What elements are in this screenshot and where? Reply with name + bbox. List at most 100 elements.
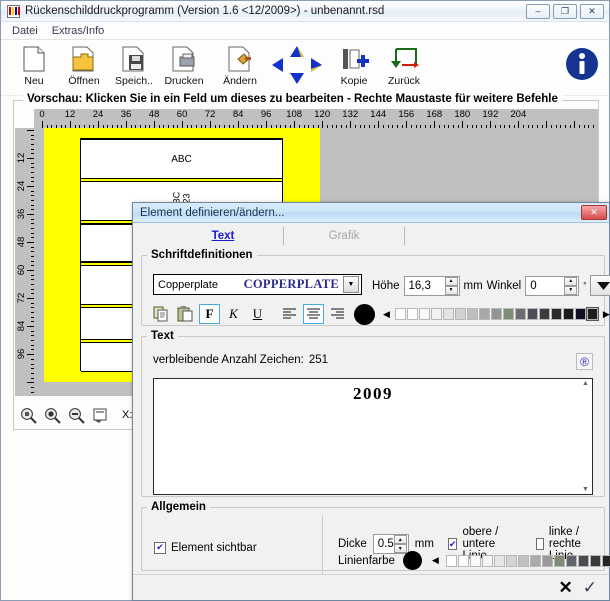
ruler-v-tick	[27, 382, 34, 384]
toolbar-button-oeffnen[interactable]: Öffnen	[59, 43, 109, 87]
toolbar-button-neu[interactable]: Neu	[9, 43, 59, 87]
toolbar-button-aendern[interactable]: Ändern	[215, 43, 265, 87]
color-swatch[interactable]	[562, 308, 574, 320]
color-swatch[interactable]	[553, 554, 565, 567]
registered-mark-icon[interactable]: ®	[576, 353, 593, 370]
height-stepper[interactable]: ▲ ▼	[444, 276, 458, 295]
align-left-icon[interactable]	[279, 304, 300, 324]
line-color-palette[interactable]	[445, 554, 610, 567]
line-color-swatch[interactable]	[402, 551, 422, 570]
ruler-h-label: 36	[120, 109, 132, 120]
scroll-up-icon[interactable]: ▲	[582, 380, 589, 387]
chevron-down-icon[interactable]: ▼	[343, 276, 359, 293]
align-center-icon[interactable]	[303, 304, 324, 324]
dialog-tabs: Text Grafik	[133, 223, 609, 248]
angle-input[interactable]: 0 ▲ ▼	[525, 275, 580, 296]
paste-icon[interactable]	[175, 304, 196, 324]
color-swatch[interactable]	[469, 554, 481, 567]
thickness-value: 0.5	[377, 538, 394, 550]
color-swatch[interactable]	[430, 308, 442, 320]
ruler-v-tick	[27, 242, 34, 244]
bold-icon[interactable]: F	[199, 304, 220, 324]
align-right-icon[interactable]	[327, 304, 348, 324]
print-icon	[170, 43, 198, 74]
toolbar-button-kopie[interactable]: Kopie	[329, 43, 379, 87]
color-swatch[interactable]	[490, 308, 502, 320]
dialog-close-button[interactable]: ✕	[581, 205, 607, 220]
height-input[interactable]: 16,3 ▲ ▼	[403, 275, 460, 296]
toolbar-button-speichern[interactable]: Speich..	[109, 43, 159, 87]
scroll-down-icon[interactable]: ▼	[582, 486, 589, 493]
palette-prev-arrow[interactable]: ◀	[381, 309, 392, 320]
text-input-area[interactable]: 2009 ▲ ▼	[153, 378, 593, 495]
color-swatch[interactable]	[445, 554, 457, 567]
color-swatch[interactable]	[550, 308, 562, 320]
color-swatch[interactable]	[442, 308, 454, 320]
color-swatch[interactable]	[466, 308, 478, 320]
color-swatch[interactable]	[565, 554, 577, 567]
ruler-h-label: 144	[370, 109, 387, 120]
line-palette-prev-arrow[interactable]: ◀	[430, 555, 441, 566]
toolbar-navigation-pad[interactable]	[265, 43, 329, 87]
underline-icon[interactable]: U	[247, 304, 268, 324]
tab-text[interactable]: Text	[163, 230, 283, 242]
close-button[interactable]: ✕	[580, 3, 604, 19]
text-color-swatch[interactable]	[354, 303, 375, 325]
print-preview-icon[interactable]	[92, 407, 109, 424]
ruler-h-tick	[182, 121, 184, 128]
color-swatch[interactable]	[529, 554, 541, 567]
color-swatch[interactable]	[517, 554, 529, 567]
font-combo[interactable]: Copperplate COPPERPLATE ▼	[153, 274, 362, 295]
color-swatch[interactable]	[601, 554, 610, 567]
toolbar-button-zurueck[interactable]: Zurück	[379, 43, 429, 87]
zoom-out-icon[interactable]	[68, 407, 85, 424]
thickness-unit: mm	[414, 538, 434, 550]
color-swatch[interactable]	[577, 554, 589, 567]
preview-heading: Vorschau: Klicken Sie in ein Feld um die…	[23, 93, 562, 105]
color-swatch[interactable]	[585, 307, 599, 321]
text-color-palette[interactable]	[394, 307, 599, 321]
copy-icon[interactable]	[151, 304, 172, 324]
text-area-scrollbar[interactable]: ▲ ▼	[580, 380, 591, 493]
color-swatch[interactable]	[493, 554, 505, 567]
palette-next-arrow[interactable]: ▶	[601, 309, 610, 320]
format-toolbar: F K U ◀ ▶	[151, 303, 610, 325]
cancel-button[interactable]: ✕	[559, 579, 573, 596]
color-swatch[interactable]	[406, 308, 418, 320]
info-circle-icon[interactable]	[565, 47, 599, 84]
ruler-v-label: 12	[15, 152, 27, 164]
color-swatch[interactable]	[502, 308, 514, 320]
angle-dropdown-button[interactable]	[590, 275, 610, 296]
color-swatch[interactable]	[457, 554, 469, 567]
maximize-button[interactable]: ❐	[553, 3, 577, 19]
menu-item-datei[interactable]: Datei	[12, 25, 38, 37]
color-swatch[interactable]	[538, 308, 550, 320]
zoom-fit-icon[interactable]	[20, 407, 37, 424]
color-swatch[interactable]	[589, 554, 601, 567]
toolbar-label-oeffnen: Öffnen	[68, 75, 100, 87]
zoom-in-icon[interactable]	[44, 407, 61, 424]
color-swatch[interactable]	[574, 308, 586, 320]
color-swatch[interactable]	[514, 308, 526, 320]
color-swatch[interactable]	[481, 554, 493, 567]
element-visible-checkbox[interactable]: ✔ Element sichtbar	[154, 541, 257, 554]
color-swatch[interactable]	[394, 308, 406, 320]
ruler-v-tick	[27, 130, 34, 131]
color-swatch[interactable]	[505, 554, 517, 567]
ruler-h-tick	[462, 121, 464, 128]
angle-stepper[interactable]: ▲ ▼	[564, 276, 578, 295]
color-swatch[interactable]	[526, 308, 538, 320]
tab-grafik[interactable]: Grafik	[284, 230, 404, 242]
ruler-h-label: 60	[176, 109, 188, 120]
color-swatch[interactable]	[418, 308, 430, 320]
italic-icon[interactable]: K	[223, 304, 244, 324]
color-swatch[interactable]	[454, 308, 466, 320]
toolbar-button-drucken[interactable]: Drucken	[159, 43, 209, 87]
ok-button[interactable]: ✓	[583, 579, 597, 596]
ruler-v-label: 36	[15, 208, 27, 220]
minimize-button[interactable]: –	[526, 3, 550, 19]
font-name: Copperplate	[158, 278, 218, 291]
menu-item-extras[interactable]: Extras/Info	[52, 25, 105, 37]
color-swatch[interactable]	[541, 554, 553, 567]
color-swatch[interactable]	[478, 308, 490, 320]
